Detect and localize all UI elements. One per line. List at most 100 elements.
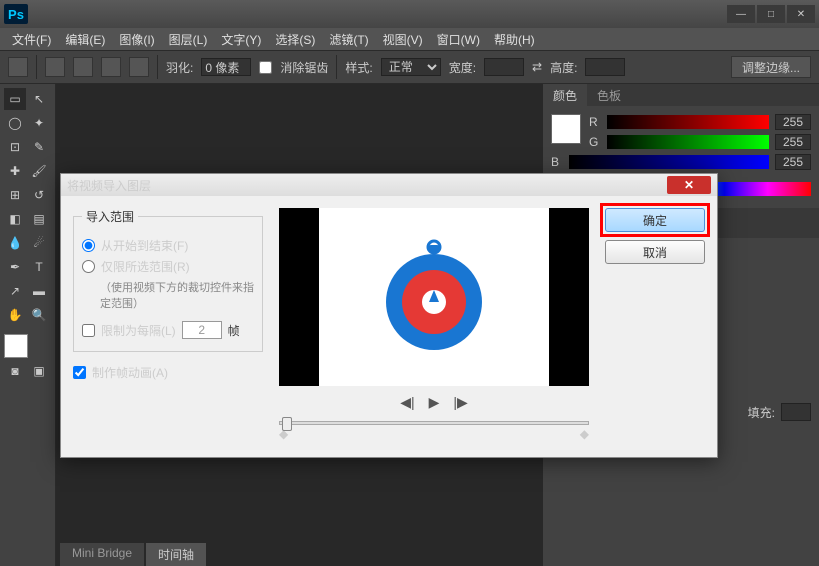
r-label: R — [589, 115, 601, 129]
dodge-tool[interactable]: ☄ — [28, 232, 50, 254]
menu-edit[interactable]: 编辑(E) — [59, 29, 111, 50]
limit-input[interactable] — [182, 321, 222, 339]
hand-tool[interactable]: ✋ — [4, 304, 26, 326]
add-selection-icon[interactable] — [73, 57, 93, 77]
limit-checkbox[interactable] — [82, 324, 95, 337]
options-bar: 羽化: 消除锯齿 样式: 正常 宽度: ⇄ 高度: 调整边缘... — [0, 50, 819, 84]
menubar: 文件(F) 编辑(E) 图像(I) 图层(L) 文字(Y) 选择(S) 滤镜(T… — [0, 28, 819, 50]
cancel-button[interactable]: 取消 — [605, 240, 705, 264]
intersect-selection-icon[interactable] — [129, 57, 149, 77]
ok-button[interactable]: 确定 — [605, 208, 705, 232]
g-label: G — [589, 135, 601, 149]
b-label: B — [551, 155, 563, 169]
window-buttons: — □ ✕ — [727, 5, 815, 23]
path-tool[interactable]: ↗ — [4, 280, 26, 302]
maximize-button[interactable]: □ — [757, 5, 785, 23]
prev-frame-button[interactable]: ◀| — [400, 394, 414, 411]
heal-tool[interactable]: ✚ — [4, 160, 26, 182]
dialog-titlebar[interactable]: 将视频导入图层 ✕ — [61, 174, 717, 196]
tab-mini-bridge[interactable]: Mini Bridge — [60, 543, 144, 566]
r-slider[interactable] — [607, 115, 769, 129]
radio-selected-range-label: 仅限所选范围(R) — [101, 258, 190, 275]
limit-unit: 帧 — [228, 322, 240, 339]
menu-layer[interactable]: 图层(L) — [163, 29, 214, 50]
tab-swatches[interactable]: 色板 — [587, 84, 631, 106]
eyedropper-tool[interactable]: ✎ — [28, 136, 50, 158]
radio-begin-to-end[interactable] — [82, 239, 95, 252]
new-selection-icon[interactable] — [45, 57, 65, 77]
type-tool[interactable]: T — [28, 256, 50, 278]
brush-tool[interactable]: 🖌 — [28, 160, 50, 182]
g-value[interactable] — [775, 134, 811, 150]
width-input[interactable] — [484, 58, 524, 76]
import-range-fieldset: 导入范围 从开始到结束(F) 仅限所选范围(R) （使用视频下方的裁切控件来指定… — [73, 208, 263, 352]
ps-logo: Ps — [4, 4, 28, 24]
range-out-marker[interactable]: ◆ — [580, 427, 589, 441]
close-button[interactable]: ✕ — [787, 5, 815, 23]
stamp-tool[interactable]: ⊞ — [4, 184, 26, 206]
toolbar: ▭ ↖ ◯ ✦ ⊡ ✎ ✚ 🖌 ⊞ ↺ ◧ ▤ 💧 ☄ ✒ T ↗ ▬ ✋ 🔍 … — [0, 84, 56, 566]
radio-selected-range[interactable] — [82, 260, 95, 273]
shape-tool[interactable]: ▬ — [28, 280, 50, 302]
next-frame-button[interactable]: |▶ — [453, 394, 467, 411]
import-video-dialog: 将视频导入图层 ✕ 导入范围 从开始到结束(F) 仅限所选范围(R) （使用视频… — [60, 173, 718, 458]
tab-timeline[interactable]: 时间轴 — [146, 543, 206, 566]
screenmode-icon[interactable]: ▣ — [28, 360, 50, 382]
fill-input[interactable] — [781, 403, 811, 421]
menu-view[interactable]: 视图(V) — [377, 29, 429, 50]
swap-icon[interactable]: ⇄ — [532, 60, 542, 74]
dialog-title: 将视频导入图层 — [67, 177, 151, 194]
eraser-tool[interactable]: ◧ — [4, 208, 26, 230]
scrubber-thumb[interactable] — [282, 417, 292, 431]
history-brush-tool[interactable]: ↺ — [28, 184, 50, 206]
make-animation-checkbox[interactable] — [73, 366, 86, 379]
menu-type[interactable]: 文字(Y) — [215, 29, 267, 50]
gradient-tool[interactable]: ▤ — [28, 208, 50, 230]
stopwatch-icon — [374, 237, 494, 357]
style-select[interactable]: 正常 — [381, 58, 441, 76]
style-label: 样式: — [345, 59, 372, 76]
menu-help[interactable]: 帮助(H) — [488, 29, 541, 50]
height-input[interactable] — [585, 58, 625, 76]
range-hint: （使用视频下方的裁切控件来指定范围） — [100, 279, 254, 311]
feather-label: 羽化: — [166, 59, 193, 76]
wand-tool[interactable]: ✦ — [28, 112, 50, 134]
video-preview — [279, 208, 589, 386]
tab-color[interactable]: 颜色 — [543, 84, 587, 106]
foreground-color[interactable] — [4, 334, 28, 358]
limit-label: 限制为每隔(L) — [101, 322, 176, 339]
menu-filter[interactable]: 滤镜(T) — [323, 29, 374, 50]
quickmask-icon[interactable]: ◙ — [4, 360, 26, 382]
minimize-button[interactable]: — — [727, 5, 755, 23]
g-slider[interactable] — [607, 135, 769, 149]
lasso-tool[interactable]: ◯ — [4, 112, 26, 134]
antialias-checkbox[interactable] — [259, 61, 272, 74]
ok-highlight: 确定 — [600, 203, 710, 237]
color-swatch[interactable] — [551, 114, 581, 144]
zoom-tool[interactable]: 🔍 — [28, 304, 50, 326]
crop-tool[interactable]: ⊡ — [4, 136, 26, 158]
antialias-label: 消除锯齿 — [280, 59, 328, 76]
subtract-selection-icon[interactable] — [101, 57, 121, 77]
range-legend: 导入范围 — [82, 208, 138, 225]
radio-begin-to-end-label: 从开始到结束(F) — [101, 237, 188, 254]
move-tool[interactable]: ↖ — [28, 88, 50, 110]
menu-image[interactable]: 图像(I) — [113, 29, 160, 50]
refine-edge-button[interactable]: 调整边缘... — [731, 56, 811, 78]
marquee-tool[interactable]: ▭ — [4, 88, 26, 110]
menu-file[interactable]: 文件(F) — [6, 29, 57, 50]
r-value[interactable] — [775, 114, 811, 130]
dialog-close-button[interactable]: ✕ — [667, 176, 711, 194]
b-slider[interactable] — [569, 155, 769, 169]
pen-tool[interactable]: ✒ — [4, 256, 26, 278]
marquee-preset-icon[interactable] — [8, 57, 28, 77]
make-animation-label: 制作帧动画(A) — [92, 364, 168, 381]
video-scrubber[interactable] — [279, 421, 589, 425]
menu-select[interactable]: 选择(S) — [269, 29, 321, 50]
play-button[interactable]: ▶ — [429, 394, 440, 411]
b-value[interactable] — [775, 154, 811, 170]
blur-tool[interactable]: 💧 — [4, 232, 26, 254]
menu-window[interactable]: 窗口(W) — [431, 29, 486, 50]
feather-input[interactable] — [201, 58, 251, 76]
titlebar: Ps — □ ✕ — [0, 0, 819, 28]
